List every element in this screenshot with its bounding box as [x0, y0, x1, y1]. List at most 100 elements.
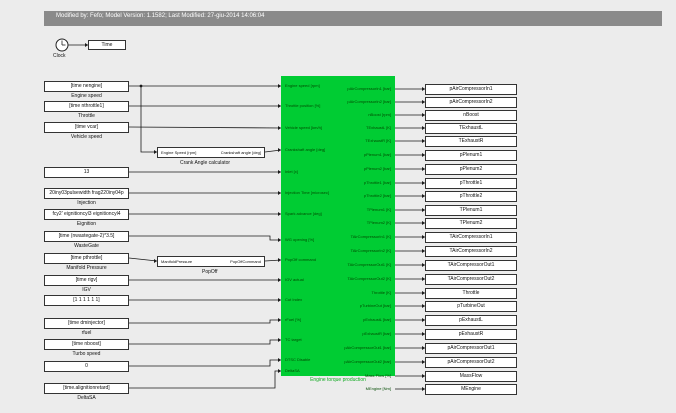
engine-output-port: pAirCompressorIn2 [bar] — [347, 99, 391, 104]
engine-input-port: DeltaSA — [285, 368, 300, 373]
wire — [129, 319, 281, 324]
engine-output-port: TPlenum1 [K] — [366, 207, 391, 212]
engine-input-port: PopOff command — [285, 257, 317, 262]
wire — [129, 359, 281, 367]
source-label: Vehicle speed — [70, 133, 103, 140]
engine-input-port: Vehicle speed [km/h] — [285, 125, 322, 130]
source-block[interactable]: [time nthrottle1] — [44, 100, 129, 112]
engine-input-port: TC target — [285, 337, 302, 342]
sink-block[interactable]: TPlenum1 — [425, 204, 517, 216]
engine-input-port: Throttle position [%] — [285, 103, 321, 108]
source-label: Turbo speed — [72, 350, 101, 357]
sink-block[interactable]: Throttle — [425, 287, 517, 299]
source-label: WasteGate — [74, 242, 99, 249]
crank-angle-calculator-label: Crank Angle calculator — [180, 160, 231, 166]
engine-output-port: Mass Flow [%] — [364, 373, 391, 378]
wire — [129, 370, 281, 389]
wire — [140, 86, 157, 153]
popoff-label: PopOff — [202, 269, 218, 275]
source-label: Eignition — [76, 220, 97, 227]
engine-input-port: DTSC Disable — [285, 357, 311, 362]
sink-block[interactable]: pAirCompressorIn1 — [425, 83, 517, 95]
engine-input-port: Crankshaft angle [deg] — [285, 147, 326, 152]
clock-icon — [55, 38, 69, 52]
source-block[interactable]: [time nengine] — [44, 80, 129, 92]
time-output-block[interactable]: Time — [88, 40, 126, 50]
engine-output-port: TAirCompressorIn2 [K] — [350, 248, 391, 253]
source-block[interactable]: [time.alignitionretard] — [44, 382, 129, 394]
engine-output-port: MEngine [Nm] — [365, 386, 391, 391]
engine-output-port: TAirCompressorOut1 [K] — [347, 262, 392, 267]
crank-angle-calculator-block[interactable]: Engine Speed [rpm] Crankshaft angle [deg… — [157, 147, 265, 158]
sink-block[interactable]: pAirCompressorIn2 — [425, 96, 517, 108]
engine-output-port: TExhaustR [K] — [365, 138, 391, 143]
crank-input-port: Engine Speed [rpm] — [161, 149, 197, 155]
popoff-output-port: PopOffCommand — [230, 258, 261, 264]
wire — [128, 126, 282, 129]
wire — [129, 235, 281, 241]
source-block[interactable]: fcy2' eignitioncyl3 eignitioncyl4 — [44, 208, 129, 220]
popoff-block[interactable]: ManifoldPressure PopOffCommand — [157, 256, 265, 267]
simulink-canvas: Modified by: Fefo; Model Version: 1.1582… — [0, 0, 676, 413]
sink-block[interactable]: MEngine — [425, 383, 517, 395]
engine-output-port: Throttle [K] — [371, 290, 391, 295]
engine-output-port: nBoost [rpm] — [368, 112, 391, 117]
sink-block[interactable]: TExhaustR — [425, 135, 517, 147]
sink-block[interactable]: pPlenum2 — [425, 163, 517, 175]
source-block[interactable]: [time dminjector] — [44, 317, 129, 329]
source-label: Injection — [77, 199, 96, 206]
sink-block[interactable]: TAirCompressorIn2 — [425, 245, 517, 257]
sink-block[interactable]: TAirCompressorOut1 — [425, 259, 517, 271]
source-label: Manifold Pressure — [66, 264, 107, 271]
sink-block[interactable]: pThrottle2 — [425, 190, 517, 202]
sink-block[interactable]: nBoost — [425, 109, 517, 121]
sink-block[interactable]: pExhaustL — [425, 314, 517, 326]
engine-output-port: pExhaustR [bar] — [362, 331, 391, 336]
source-block[interactable]: [time rigv] — [44, 274, 129, 286]
engine-output-port: pAirCompressorOut2 [bar] — [344, 359, 391, 364]
sink-block[interactable]: pAirCompressorOut2 — [425, 356, 517, 368]
sink-block[interactable]: TAirCompressorIn1 — [425, 231, 517, 243]
engine-output-port: pPlenum1 [bar] — [363, 152, 391, 157]
sink-block[interactable]: MassFlow — [425, 370, 517, 382]
source-block[interactable]: 0 — [44, 360, 129, 372]
engine-input-port: Spark advance [deg] — [285, 211, 322, 216]
wire — [128, 257, 158, 262]
engine-output-port: pTurbineOut [bar] — [359, 303, 391, 308]
engine-input-port: Injection Time [microsec] — [285, 190, 330, 195]
engine-input-port: IGV actual — [285, 277, 304, 282]
sink-block[interactable]: pThrottle1 — [425, 177, 517, 189]
sink-block[interactable]: TAirCompressorOut2 — [425, 273, 517, 285]
engine-output-port: TAirCompressorIn1 [K] — [350, 234, 391, 239]
engine-input-port: Cut Index — [285, 297, 303, 302]
engine-input-port: rFuel [%] — [285, 317, 302, 322]
source-block[interactable]: [time nboost] — [44, 338, 129, 350]
engine-output-port: pAirCompressorOut1 [bar] — [344, 345, 391, 350]
engine-output-port: pThrottle2 [bar] — [363, 193, 391, 198]
source-block[interactable]: [1 1 1 1 1 1] — [44, 294, 129, 306]
source-label: DeltaSA — [77, 394, 96, 401]
sink-block[interactable]: TPlenum2 — [425, 217, 517, 229]
source-block[interactable]: 20iny03pulsewidth frag220iny04p — [44, 187, 129, 199]
engine-output-port: pThrottle1 [bar] — [363, 180, 391, 185]
source-label: IGV — [82, 286, 91, 293]
sink-block[interactable]: pPlenum1 — [425, 149, 517, 161]
engine-input-port: WG opening [%] — [285, 237, 315, 242]
wire — [129, 339, 281, 345]
sink-block[interactable]: TExhaustL — [425, 122, 517, 134]
engine-output-port: TAirCompressorOut2 [K] — [347, 276, 392, 281]
source-block[interactable]: [time vcar] — [44, 121, 129, 133]
sink-block[interactable]: pExhaustR — [425, 328, 517, 340]
wire-junction — [139, 84, 143, 88]
engine-output-port: pExhaustL [bar] — [363, 317, 391, 322]
source-block[interactable]: [time (nwastegate-2)*3.5] — [44, 230, 129, 242]
engine-output-port: TExhaustL [K] — [366, 125, 391, 130]
source-block[interactable]: [time pthrottle] — [44, 252, 129, 264]
source-block[interactable]: 13 — [44, 166, 129, 178]
engine-output-port: pPlenum2 [bar] — [363, 166, 391, 171]
engine-output-port: TPlenum2 [K] — [366, 220, 391, 225]
source-label: rfuel — [81, 329, 92, 336]
popoff-input-port: ManifoldPressure — [161, 258, 193, 264]
sink-block[interactable]: pTurbineOut — [425, 300, 517, 312]
sink-block[interactable]: pAirCompressorOut1 — [425, 342, 517, 354]
